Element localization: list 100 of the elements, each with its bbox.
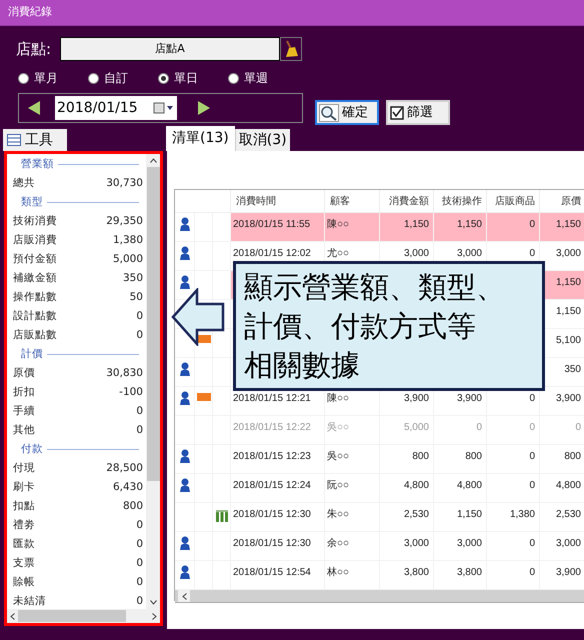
table-cell: 0 bbox=[486, 445, 539, 473]
section-header: 營業額 bbox=[21, 156, 54, 172]
filter-button[interactable]: 篩選 bbox=[386, 100, 450, 125]
person-icon bbox=[178, 391, 190, 406]
scroll-right-icon bbox=[152, 612, 157, 620]
callout-text: 計價、付款方式等 bbox=[244, 308, 476, 345]
table-cell: 800 bbox=[539, 445, 584, 473]
table-cell: 800 bbox=[433, 445, 486, 473]
table-cell: 2,530 bbox=[379, 503, 433, 531]
table-cell: 朱○○ bbox=[324, 503, 379, 531]
summary-label: 刷卡 bbox=[13, 480, 35, 495]
table-cell: 余○○ bbox=[324, 532, 379, 560]
table-cell: 陳○○ bbox=[324, 213, 379, 241]
person-icon bbox=[178, 565, 190, 580]
summary-label: 技術消費 bbox=[13, 214, 57, 229]
summary-value: 0 bbox=[136, 556, 143, 571]
table-cell: 1,150 bbox=[433, 213, 486, 241]
radio-option[interactable]: 單週 bbox=[228, 69, 298, 87]
person-icon bbox=[178, 478, 190, 493]
summary-value: 0 bbox=[136, 536, 143, 552]
left-arrow-icon bbox=[171, 288, 225, 346]
summary-value: 30,730 bbox=[106, 176, 143, 191]
tools-tab[interactable]: 工具 bbox=[3, 129, 67, 151]
summary-label: 賒帳 bbox=[13, 574, 35, 590]
summary-value: -100 bbox=[119, 384, 143, 400]
table-cell: 2018/01/15 12:30 bbox=[230, 532, 324, 560]
table-cell: 1,150 bbox=[433, 503, 486, 531]
list-tab[interactable]: 清單(13) bbox=[166, 126, 235, 151]
table-cell: 2,530 bbox=[539, 503, 584, 531]
table-cell: 2018/01/15 12:23 bbox=[230, 445, 324, 473]
summary-value: 800 bbox=[122, 498, 143, 514]
summary-label: 折扣 bbox=[13, 384, 35, 400]
scroll-left-icon bbox=[10, 612, 15, 620]
person-icon bbox=[178, 449, 190, 464]
column-header: 店販商品 bbox=[486, 190, 539, 212]
section-header: 計價 bbox=[21, 346, 43, 362]
window-title: 消費紀錄 bbox=[8, 4, 52, 20]
section-header: 付款 bbox=[21, 442, 43, 457]
search-icon bbox=[319, 104, 339, 122]
summary-label: 預付金額 bbox=[13, 252, 57, 267]
summary-value: 28,500 bbox=[106, 460, 143, 476]
table-cell: 5,000 bbox=[379, 416, 433, 444]
column-header: 消費金額 bbox=[379, 190, 433, 212]
table-cell: 3,000 bbox=[433, 532, 486, 560]
summary-value: 0 bbox=[136, 594, 143, 609]
summary-label: 原價 bbox=[13, 366, 35, 381]
summary-label: 店販消費 bbox=[13, 232, 57, 248]
table-cell: 吳○○ bbox=[324, 445, 379, 473]
summary-label: 操作點數 bbox=[13, 290, 57, 305]
bottles-icon bbox=[214, 509, 228, 523]
person-icon bbox=[178, 275, 190, 290]
list-tab[interactable]: 取消(3) bbox=[234, 129, 290, 151]
table-cell: 2018/01/15 11:55 bbox=[230, 213, 324, 241]
section-header: 類型 bbox=[21, 194, 43, 210]
right-arrow-icon bbox=[197, 100, 211, 116]
summary-value: 350 bbox=[122, 270, 143, 286]
scroll-down-icon bbox=[150, 600, 156, 605]
table-cell: 4,800 bbox=[379, 474, 433, 502]
summary-label: 付現 bbox=[13, 460, 35, 476]
store-field[interactable]: 店點A bbox=[60, 37, 280, 61]
new-badge-icon bbox=[196, 393, 210, 401]
summary-value: 0 bbox=[136, 328, 143, 343]
broom-icon bbox=[283, 40, 299, 58]
date-field[interactable]: 2018/01/15 bbox=[55, 96, 177, 120]
scroll-left-icon bbox=[182, 592, 186, 600]
column-header: 顧客 bbox=[324, 190, 379, 212]
summary-value: 29,350 bbox=[106, 214, 143, 229]
radio-option[interactable]: 單日 bbox=[158, 69, 228, 87]
radio-option[interactable]: 自訂 bbox=[88, 69, 158, 87]
summary-label: 支票 bbox=[13, 556, 35, 571]
table-cell: 2018/01/15 12:24 bbox=[230, 474, 324, 502]
table-cell: 3,000 bbox=[379, 532, 433, 560]
table-cell: 800 bbox=[379, 445, 433, 473]
table-cell: 0 bbox=[433, 416, 486, 444]
vertical-scrollbar[interactable] bbox=[146, 154, 160, 609]
horizontal-scrollbar[interactable] bbox=[175, 590, 584, 603]
summary-label: 匯款 bbox=[13, 536, 35, 552]
table-cell: 0 bbox=[486, 561, 539, 589]
confirm-button[interactable]: 確定 bbox=[315, 100, 379, 125]
radio-option[interactable]: 單月 bbox=[18, 69, 88, 87]
horizontal-scrollbar[interactable] bbox=[7, 609, 160, 623]
summary-value: 1,380 bbox=[112, 232, 143, 248]
summary-label: 總共 bbox=[13, 176, 35, 191]
table-cell: 2018/01/15 12:30 bbox=[230, 503, 324, 531]
summary-value: 0 bbox=[136, 308, 143, 324]
summary-value: 50 bbox=[130, 290, 143, 305]
table-cell: 1,150 bbox=[539, 213, 584, 241]
table-cell: 0 bbox=[486, 532, 539, 560]
checkbox-icon bbox=[390, 106, 404, 120]
clear-button[interactable] bbox=[280, 37, 302, 61]
table-cell: 2018/01/15 12:22 bbox=[230, 416, 324, 444]
summary-value: 0 bbox=[136, 404, 143, 419]
summary-value: 5,000 bbox=[112, 252, 143, 267]
table-cell: 2018/01/15 12:54 bbox=[230, 561, 324, 589]
calendar-dropdown-icon bbox=[153, 102, 175, 114]
person-icon bbox=[178, 536, 190, 551]
person-icon bbox=[178, 217, 190, 232]
summary-label: 店販點數 bbox=[13, 328, 57, 343]
table-cell: 吳○○ bbox=[324, 416, 379, 444]
table-cell: 0 bbox=[539, 416, 584, 444]
